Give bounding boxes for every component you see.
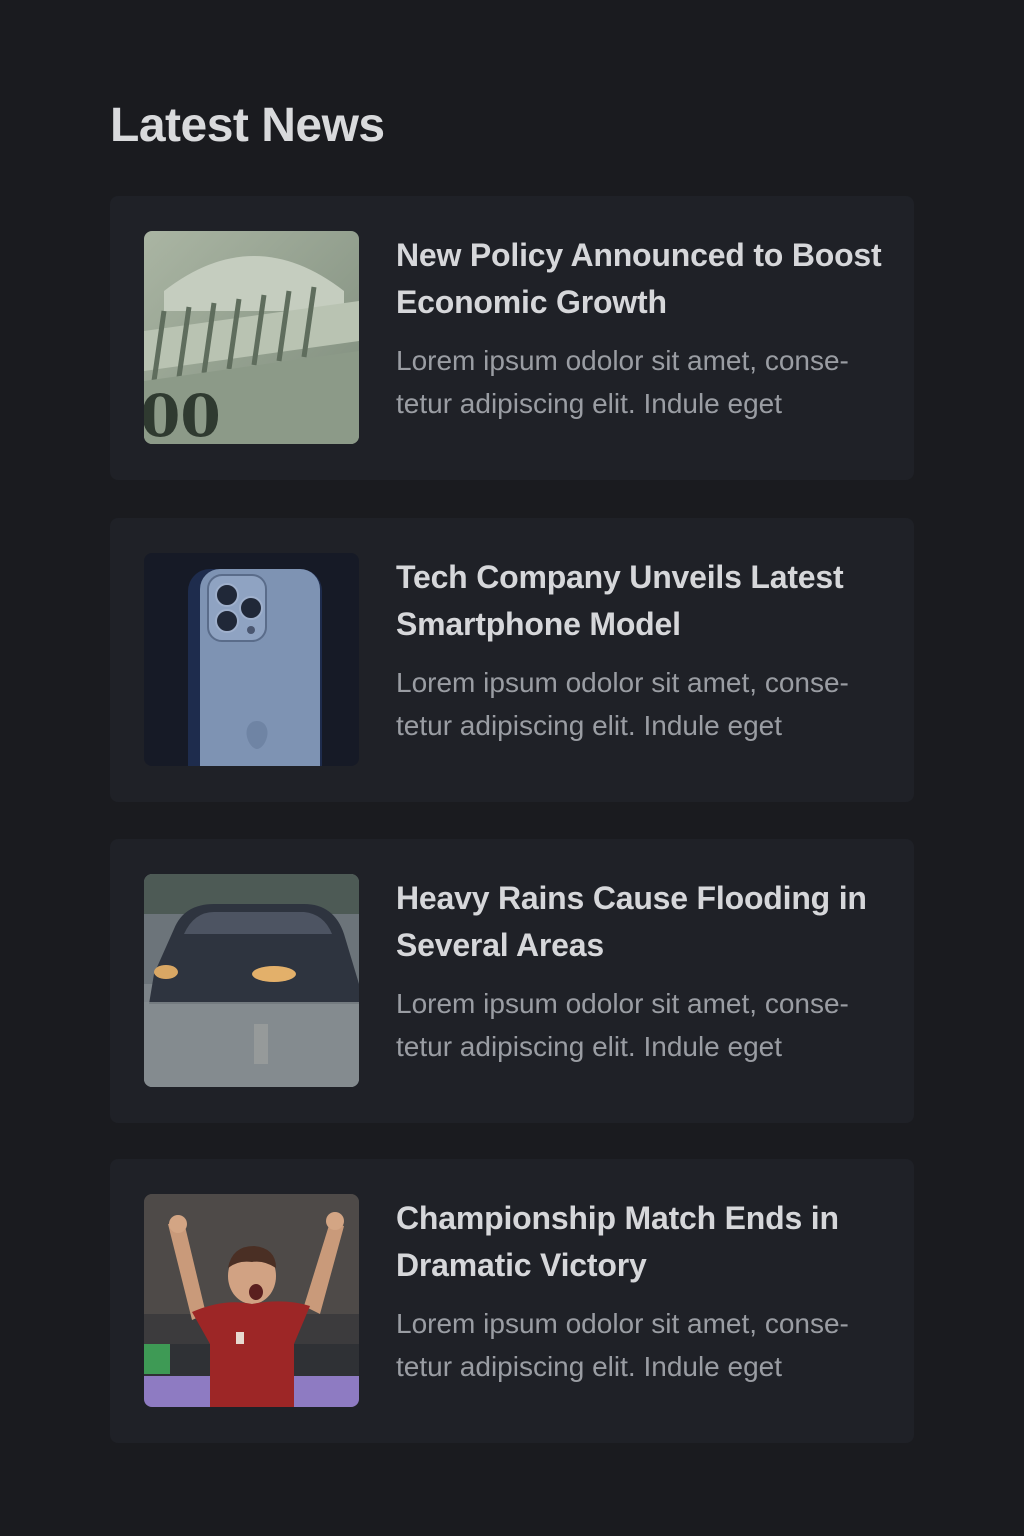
celebrating-player-image[interactable] <box>144 1194 359 1407</box>
article-excerpt: Lorem ipsum odolor sit amet, conse-tetur… <box>396 345 849 419</box>
article-headline[interactable]: Heavy Rains Cause Flooding in Several Ar… <box>396 875 896 969</box>
page-title: Latest News <box>110 99 385 152</box>
capitol-banknote-image[interactable]: 00 <box>144 231 359 444</box>
article-headline[interactable]: New Policy Announced to Boost Economic G… <box>396 232 896 326</box>
article-excerpt: Lorem ipsum odolor sit amet, conse-tetur… <box>396 1308 849 1382</box>
flooded-car-image[interactable] <box>144 874 359 1087</box>
article-excerpt: Lorem ipsum odolor sit amet, conse-tetur… <box>396 988 849 1062</box>
news-card[interactable]: Championship Match Ends in Dramatic Vict… <box>110 1159 914 1443</box>
smartphone-image[interactable] <box>144 553 359 766</box>
svg-text:00: 00 <box>144 382 221 444</box>
article-headline[interactable]: Championship Match Ends in Dramatic Vict… <box>396 1195 896 1289</box>
news-card[interactable]: 00 New Policy Announced to Boost Economi… <box>110 196 914 480</box>
article-headline[interactable]: Tech Company Unveils Latest Smartphone M… <box>396 554 896 648</box>
news-card[interactable]: Heavy Rains Cause Flooding in Several Ar… <box>110 839 914 1123</box>
news-card[interactable]: Tech Company Unveils Latest Smartphone M… <box>110 518 914 802</box>
article-excerpt: Lorem ipsum odolor sit amet, conse-tetur… <box>396 667 849 741</box>
